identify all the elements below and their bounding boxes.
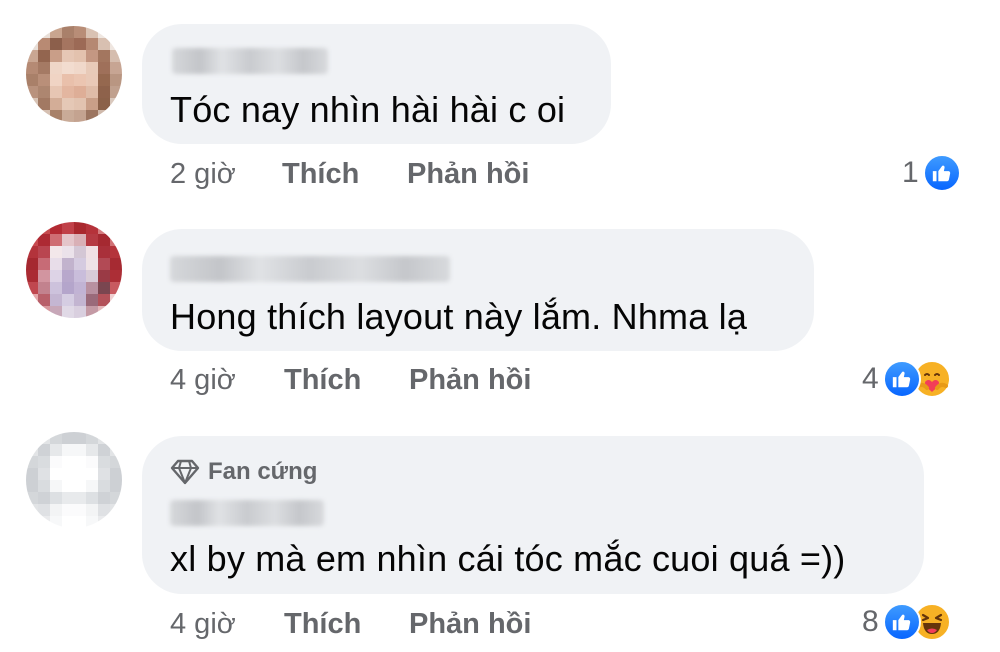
like-button[interactable]: Thích (284, 364, 361, 397)
comment-text: Hong thích layout này lắm. Nhma lạ (170, 296, 748, 337)
comment-actions: 2 giờ Thích Phản hồi (170, 158, 550, 194)
author-name-blurred[interactable] (170, 256, 450, 282)
comment-time[interactable]: 4 giờ (170, 608, 236, 641)
like-button[interactable]: Thích (282, 158, 359, 191)
author-name-blurred[interactable] (170, 500, 324, 526)
avatar[interactable] (26, 222, 122, 318)
comment-actions: 4 giờ Thích Phản hồi (170, 608, 550, 644)
like-icon (922, 154, 961, 192)
avatar[interactable] (26, 432, 122, 528)
like-icon (882, 603, 921, 641)
like-icon (882, 360, 921, 398)
top-fan-badge: Fan cứng (170, 458, 317, 486)
reaction-summary[interactable]: 4 (862, 360, 951, 398)
reply-button[interactable]: Phản hồi (409, 364, 531, 397)
avatar[interactable] (26, 26, 122, 122)
diamond-icon (170, 459, 200, 485)
reaction-count: 4 (862, 362, 879, 395)
like-button[interactable]: Thích (284, 608, 361, 641)
comment-time[interactable]: 4 giờ (170, 364, 236, 397)
reaction-count: 8 (862, 605, 879, 638)
comment-text: Tóc nay nhìn hài hài c oi (170, 89, 566, 130)
reaction-count: 1 (902, 156, 919, 189)
reaction-summary[interactable]: 1 (902, 154, 961, 192)
comment-time[interactable]: 2 giờ (170, 158, 236, 191)
reply-button[interactable]: Phản hồi (407, 158, 529, 191)
reaction-summary[interactable]: 8 (862, 603, 951, 641)
reply-button[interactable]: Phản hồi (409, 608, 531, 641)
comment-text: xl by mà em nhìn cái tóc mắc cuoi quá =)… (170, 538, 846, 579)
badge-label: Fan cứng (208, 458, 318, 485)
comment-actions: 4 giờ Thích Phản hồi (170, 364, 550, 400)
author-name-blurred[interactable] (172, 48, 328, 74)
